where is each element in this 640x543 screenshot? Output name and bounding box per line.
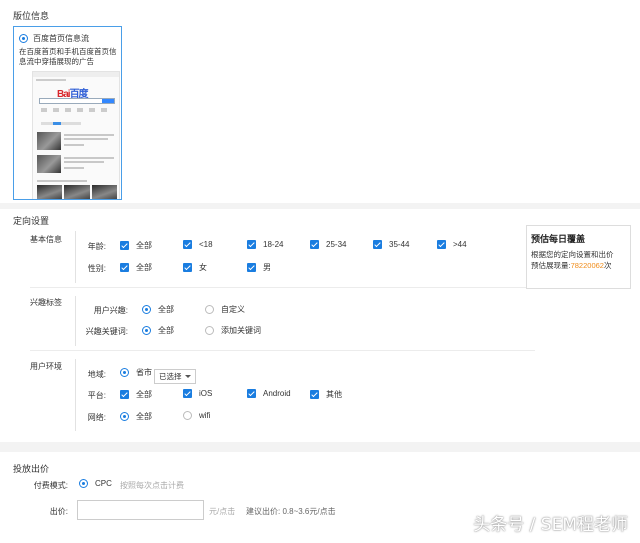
checkbox-icon xyxy=(247,240,256,249)
radio-icon xyxy=(183,411,192,420)
placement-option-label: 百度首页信息流 xyxy=(33,34,89,43)
gender-option-all[interactable]: 全部 xyxy=(120,262,152,273)
interest-tag-label: 兴趣标签 xyxy=(30,298,62,307)
billing-mode-label: 付费模式: xyxy=(33,481,68,490)
estimate-reach: 预估展现量:78220062次 xyxy=(531,261,612,270)
checkbox-icon xyxy=(373,240,382,249)
billing-hint: 按照每次点击计费 xyxy=(120,481,184,490)
watermark: 头条号 / SEM程老师 xyxy=(473,515,628,535)
age-option-35-44[interactable]: 35-44 xyxy=(373,240,409,249)
user-interest-option-custom[interactable]: 自定义 xyxy=(205,304,245,315)
radio-icon xyxy=(120,412,129,421)
platform-option-all[interactable]: 全部 xyxy=(120,389,152,400)
placement-title: 版位信息 xyxy=(13,11,50,21)
estimate-desc: 根据您的定向设置和出价 xyxy=(531,250,614,259)
checkbox-icon xyxy=(183,389,192,398)
checkbox-icon xyxy=(310,240,319,249)
targeting-title: 定向设置 xyxy=(13,216,50,226)
price-label: 出价: xyxy=(49,507,68,516)
checkbox-icon xyxy=(183,240,192,249)
radio-icon xyxy=(79,479,88,488)
bid-price-input[interactable] xyxy=(77,500,204,520)
radio-icon xyxy=(205,326,214,335)
network-label: 网络: xyxy=(87,413,106,422)
placement-section: 版位信息 百度首页信息流 在百度首页和手机百度首页信息流中穿插展现的广告 Bai… xyxy=(0,0,640,203)
age-option-25-34[interactable]: 25-34 xyxy=(310,240,346,249)
checkbox-icon xyxy=(120,390,129,399)
placement-description: 在百度首页和手机百度首页信息流中穿插展现的广告 xyxy=(19,47,117,66)
network-option-wifi[interactable]: wifi xyxy=(183,411,211,420)
gender-label: 性别: xyxy=(87,264,106,273)
billing-option-cpc[interactable]: CPC xyxy=(79,479,112,488)
keyword-option-add[interactable]: 添加关键词 xyxy=(205,325,261,336)
placement-radio[interactable] xyxy=(19,34,28,43)
region-option-province[interactable]: 省市 xyxy=(120,367,152,378)
suggested-bid: 建议出价: 0.8~3.6元/点击 xyxy=(246,507,336,516)
radio-icon xyxy=(142,326,151,335)
placement-card-baidu-feed[interactable]: 百度首页信息流 在百度首页和手机百度首页信息流中穿插展现的广告 Bai百度 xyxy=(13,26,122,200)
user-interest-option-all[interactable]: 全部 xyxy=(142,304,174,315)
chevron-down-icon xyxy=(184,375,191,378)
age-label: 年龄: xyxy=(87,242,106,251)
checkbox-icon xyxy=(183,263,192,272)
daily-reach-estimate-panel: 预估每日覆盖 根据您的定向设置和出价 预估展现量:78220062次 xyxy=(526,225,631,289)
region-label: 地域: xyxy=(87,370,106,379)
checkbox-icon xyxy=(310,390,319,399)
age-option-under18[interactable]: <18 xyxy=(183,240,213,249)
basic-info-label: 基本信息 xyxy=(30,235,62,244)
keyword-option-all[interactable]: 全部 xyxy=(142,325,174,336)
estimate-title: 预估每日覆盖 xyxy=(531,234,586,244)
age-option-18-24[interactable]: 18-24 xyxy=(247,240,283,249)
platform-label: 平台: xyxy=(87,391,106,400)
gender-option-male[interactable]: 男 xyxy=(247,262,271,273)
bid-title: 投放出价 xyxy=(13,464,50,474)
price-unit: 元/点击 xyxy=(209,507,236,516)
checkbox-icon xyxy=(247,263,256,272)
platform-option-other[interactable]: 其他 xyxy=(310,389,342,400)
targeting-section: 定向设置 基本信息 年龄: 全部 <18 18-24 25-34 35-44 >… xyxy=(0,209,640,442)
user-interest-label: 用户兴趣: xyxy=(93,306,128,315)
radio-icon xyxy=(205,305,214,314)
age-option-over44[interactable]: >44 xyxy=(437,240,467,249)
region-selected-dropdown[interactable]: 已选择 xyxy=(154,369,196,384)
interest-keyword-label: 兴趣关键词: xyxy=(85,327,128,336)
network-option-all[interactable]: 全部 xyxy=(120,411,152,422)
estimate-reach-value: 78220062 xyxy=(570,261,604,270)
platform-option-ios[interactable]: iOS xyxy=(183,389,212,398)
placement-preview-image: Bai百度 xyxy=(32,71,120,199)
checkbox-icon xyxy=(247,389,256,398)
radio-icon xyxy=(120,368,129,377)
checkbox-icon xyxy=(437,240,446,249)
gender-option-female[interactable]: 女 xyxy=(183,262,207,273)
radio-icon xyxy=(142,305,151,314)
platform-option-android[interactable]: Android xyxy=(247,389,291,398)
checkbox-icon xyxy=(120,263,129,272)
checkbox-icon xyxy=(120,241,129,250)
age-option-all[interactable]: 全部 xyxy=(120,240,152,251)
user-env-label: 用户环境 xyxy=(30,362,62,371)
